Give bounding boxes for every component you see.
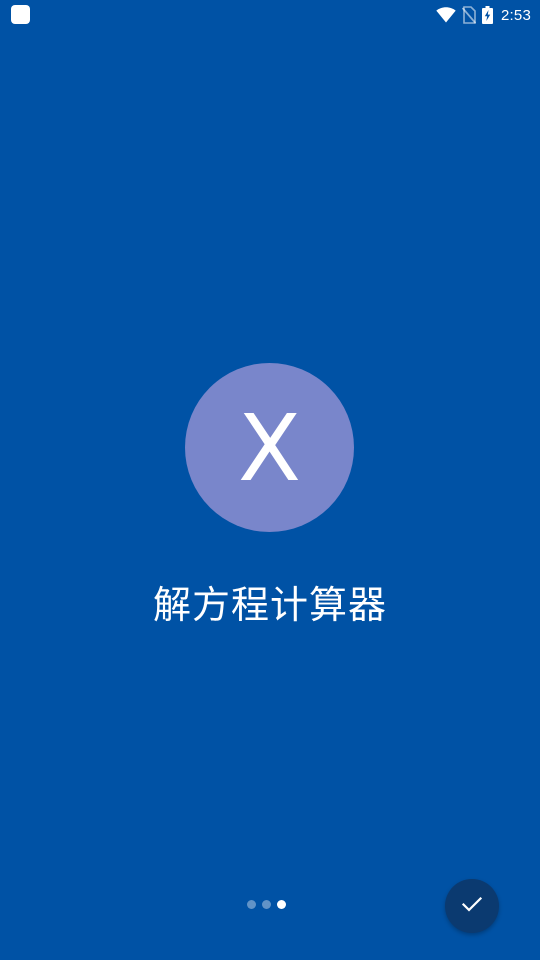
logo-letter: X (237, 394, 302, 502)
status-time: 2:53 (501, 6, 531, 24)
check-icon (460, 892, 484, 920)
wifi-icon (436, 7, 456, 23)
app-logo: X (185, 363, 354, 532)
no-sim-icon (462, 6, 476, 24)
status-bar: 2:53 (0, 0, 540, 30)
page-dot-1 (247, 900, 256, 909)
page-dot-2 (262, 900, 271, 909)
status-icons: 2:53 (436, 0, 531, 30)
done-button[interactable] (445, 879, 499, 933)
battery-charging-icon (482, 6, 493, 24)
app-notification-icon (11, 5, 30, 24)
page-dot-3-active (277, 900, 286, 909)
page-indicator (247, 900, 286, 909)
onboarding-screen: 2:53 X 解方程计算器 (0, 0, 540, 960)
app-title: 解方程计算器 (152, 583, 387, 627)
